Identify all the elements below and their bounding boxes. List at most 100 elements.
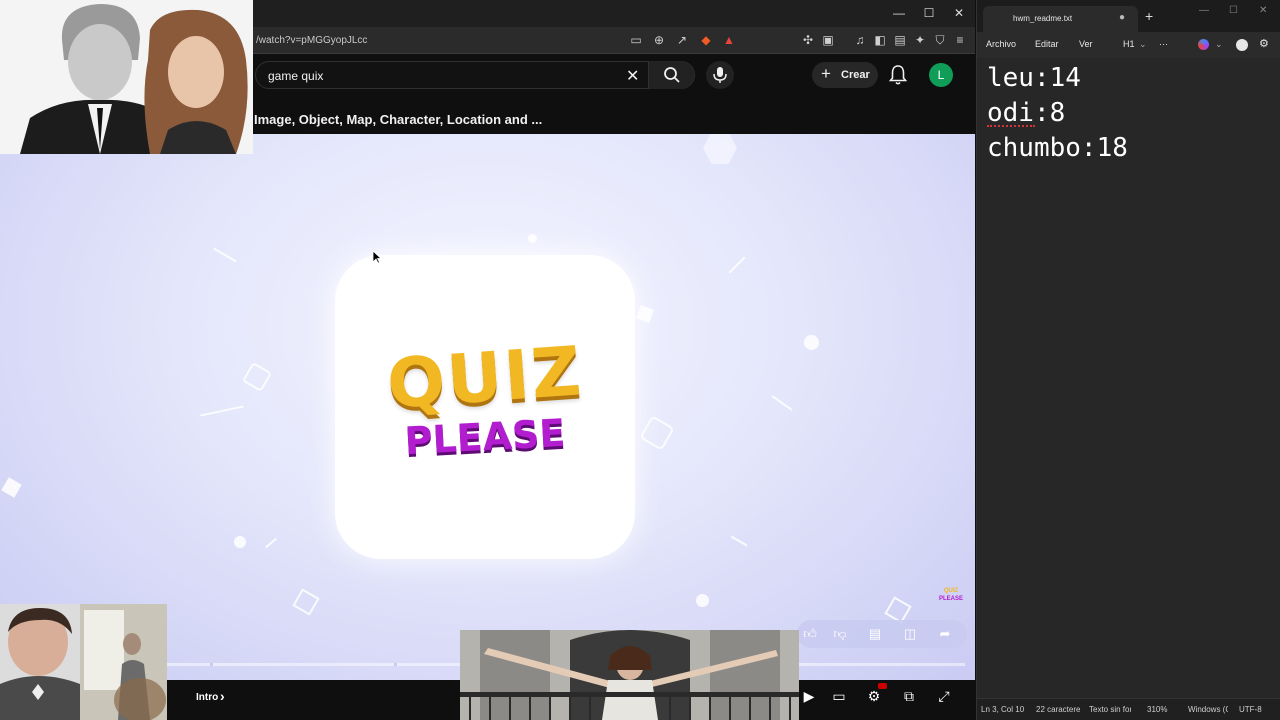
balcony-image xyxy=(460,630,799,720)
create-button[interactable]: + Crear xyxy=(812,62,878,88)
share-arrow-icon[interactable]: ➦ xyxy=(937,626,953,642)
webcam-image xyxy=(0,604,167,720)
copilot-icon[interactable] xyxy=(1198,39,1209,50)
subtitles-icon[interactable]: ▭ xyxy=(829,686,849,706)
like-icon[interactable]: 👍︎ xyxy=(802,626,818,642)
chat-icon[interactable]: ◫ xyxy=(902,626,918,642)
particle xyxy=(804,335,819,350)
portrait-image xyxy=(0,0,253,154)
video-title[interactable]: Image, Object, Map, Character, Location … xyxy=(254,112,542,127)
settings-icon[interactable]: ⚙ xyxy=(1259,37,1269,50)
text-line[interactable]: leu:14 xyxy=(987,61,1081,96)
zoom-level[interactable]: 310% xyxy=(1147,705,1167,714)
spellcheck-underline xyxy=(987,125,1035,127)
new-tab-button[interactable]: + xyxy=(1145,9,1153,23)
encoding[interactable]: UTF-8 xyxy=(1239,705,1262,714)
menu-icon[interactable]: ≡ xyxy=(952,32,968,48)
notepad-status-bar: Ln 3, Col 10 22 caracteres Texto sin for… xyxy=(977,698,1280,720)
chapter-label: Intro xyxy=(196,692,219,703)
video-player[interactable]: QUIZ PLEASE QUIZ PLEASE 👍︎ 👎︎ ▤ ◫ ➦ xyxy=(0,134,975,680)
screenshot-icon[interactable]: ▣ xyxy=(820,32,836,48)
autoplay-icon[interactable]: ▶ xyxy=(799,686,819,706)
zoom-icon[interactable]: ⊕ xyxy=(651,32,667,48)
hexagon-decoration xyxy=(703,134,737,164)
notepad-menu-bar: Archivo Editar Ver H1 ⌄ ··· ⌄ ⚙ xyxy=(977,32,1280,58)
chapter-divider xyxy=(210,663,213,666)
url-text[interactable]: /watch?v=pMGGyopJLcc xyxy=(256,35,367,46)
char-count: 22 caracteres xyxy=(1036,705,1080,714)
account-avatar[interactable]: L xyxy=(929,63,953,87)
overlay-photo-people xyxy=(0,0,253,154)
chapter-divider xyxy=(394,663,397,666)
text-line[interactable]: chumbo:18 xyxy=(987,131,1128,166)
menu-archivo[interactable]: Archivo xyxy=(986,39,1016,49)
sidebar-icon[interactable]: ◧ xyxy=(872,32,888,48)
notepad-close-button[interactable]: ✕ xyxy=(1259,5,1267,16)
minimize-button[interactable]: — xyxy=(884,4,914,22)
voice-search-button[interactable] xyxy=(706,61,734,89)
line-ending[interactable]: Windows (CRLF) xyxy=(1188,705,1228,714)
particle xyxy=(234,536,246,548)
hd-badge xyxy=(878,683,887,689)
notepad-minimize-button[interactable]: — xyxy=(1199,5,1209,16)
notifications-bell-icon[interactable] xyxy=(888,64,908,86)
streak xyxy=(200,405,244,417)
wallet-icon[interactable]: ▤ xyxy=(892,32,908,48)
more-options[interactable]: ··· xyxy=(1159,39,1168,49)
fullscreen-icon[interactable]: ⤢ xyxy=(934,686,954,706)
mouse-cursor-icon xyxy=(372,250,382,264)
microphone-icon xyxy=(713,67,727,83)
notepad-editor[interactable]: leu:14 odi:8 chumbo:18 xyxy=(977,58,1280,698)
overlay-photo-balcony xyxy=(460,630,799,720)
cursor-position: Ln 3, Col 10 xyxy=(981,705,1025,714)
notepad-tab[interactable]: hwm_readme.txt ● xyxy=(983,6,1138,32)
chevron-down-icon[interactable]: ⌄ xyxy=(1215,39,1223,50)
cast-icon[interactable]: ▭ xyxy=(628,32,644,48)
video-actions: 👍︎ 👎︎ ▤ ◫ ➦ xyxy=(797,620,967,648)
quiz-please-logo: QUIZ PLEASE xyxy=(335,255,635,559)
miniplayer-icon[interactable]: ⧉ xyxy=(899,686,919,706)
menu-ver[interactable]: Ver xyxy=(1079,39,1093,49)
chevron-right-icon: › xyxy=(220,688,225,704)
music-icon[interactable]: ♫ xyxy=(852,32,868,48)
search-button[interactable] xyxy=(648,61,694,89)
overlay-photo-webcam xyxy=(0,604,167,720)
search-query[interactable]: game quix xyxy=(268,69,323,83)
particle xyxy=(292,588,320,616)
streak xyxy=(728,256,746,274)
menu-editar[interactable]: Editar xyxy=(1035,39,1059,49)
notepad-maximize-button[interactable]: ☐ xyxy=(1229,5,1238,16)
chevron-down-icon[interactable]: ⌄ xyxy=(1139,39,1147,50)
clear-search-icon[interactable]: ✕ xyxy=(626,66,639,86)
text-format[interactable]: Texto sin formato xyxy=(1089,705,1131,714)
channel-watermark[interactable]: QUIZ PLEASE xyxy=(938,587,964,605)
vpn-icon[interactable]: ⛉ xyxy=(932,32,948,48)
comments-icon[interactable]: ▤ xyxy=(867,626,883,642)
hexagon-decoration xyxy=(241,361,273,393)
plus-icon: + xyxy=(821,64,831,83)
unsaved-dot-icon[interactable]: ● xyxy=(1119,12,1125,23)
maximize-button[interactable]: ☐ xyxy=(914,4,944,22)
hexagon-decoration xyxy=(639,415,675,451)
share-icon[interactable]: ↗ xyxy=(674,32,690,48)
streak xyxy=(264,537,278,549)
particle xyxy=(1,477,22,498)
account-icon[interactable] xyxy=(1236,39,1248,51)
streak xyxy=(213,247,237,263)
extensions-icon[interactable]: ✣ xyxy=(800,32,816,48)
leo-icon[interactable]: ✦ xyxy=(912,32,928,48)
brave-shield-icon[interactable]: ◆ xyxy=(698,32,714,48)
chapter-button[interactable]: Intro › xyxy=(188,685,236,709)
watermark-please-text: PLEASE xyxy=(938,596,963,602)
search-input[interactable]: game quix ✕ xyxy=(255,61,695,89)
close-window-button[interactable]: ✕ xyxy=(944,4,974,22)
search-icon xyxy=(664,67,680,83)
dislike-icon[interactable]: 👎︎ xyxy=(832,626,848,642)
streak xyxy=(771,395,793,411)
notepad-tab-title: hwm_readme.txt xyxy=(1013,14,1073,23)
settings-gear-icon[interactable]: ⚙ xyxy=(864,686,884,706)
notepad-tab-bar: hwm_readme.txt ● + — ☐ ✕ xyxy=(977,0,1280,32)
heading-dropdown[interactable]: H1 xyxy=(1123,39,1135,49)
rewards-icon[interactable]: ▲ xyxy=(721,32,737,48)
particle xyxy=(636,305,654,323)
